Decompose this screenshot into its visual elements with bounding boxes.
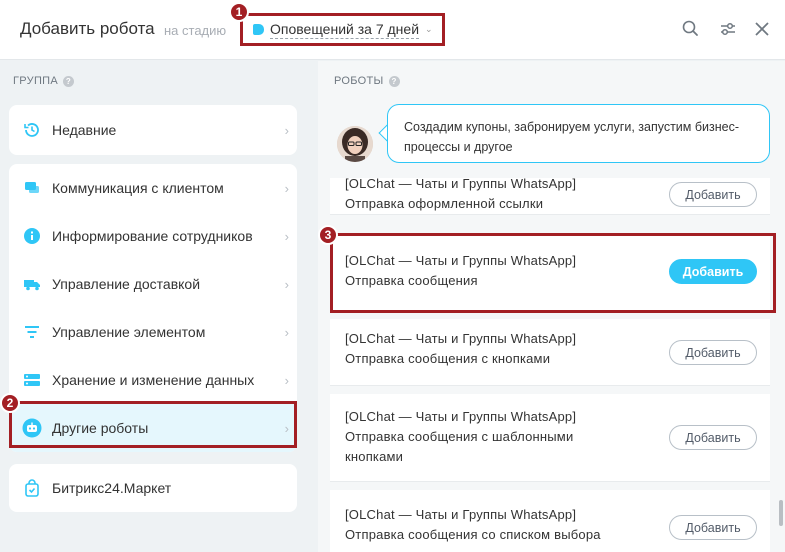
group-item-delivery[interactable]: Управление доставкой › bbox=[9, 260, 297, 308]
group-item-label: Недавние bbox=[52, 122, 117, 138]
chevron-right-icon: › bbox=[284, 276, 289, 292]
stage-select[interactable]: Оповещений за 7 дней ⌄ bbox=[240, 13, 445, 46]
chevron-right-icon: › bbox=[284, 122, 289, 138]
robot-card: [OLChat — Чаты и Группы WhatsApp] Отправ… bbox=[330, 319, 770, 386]
chat-icon bbox=[22, 178, 42, 198]
group-item-data-storage[interactable]: Хранение и изменение данных › bbox=[9, 356, 297, 404]
robot-card: [OLChat — Чаты и Группы WhatsApp] Отправ… bbox=[330, 178, 770, 215]
group-item-label: Хранение и изменение данных bbox=[52, 372, 255, 388]
step-badge-2: 2 bbox=[0, 393, 20, 413]
close-icon[interactable] bbox=[752, 19, 772, 39]
chevron-right-icon: › bbox=[284, 228, 289, 244]
robot-title: [OLChat — Чаты и Группы WhatsApp] Отправ… bbox=[345, 507, 601, 542]
highlight-frame-group bbox=[9, 401, 297, 448]
group-item-communication[interactable]: Коммуникация с клиентом › bbox=[9, 164, 297, 212]
market-card: Битрикс24.Маркет bbox=[9, 464, 297, 512]
group-item-market[interactable]: Битрикс24.Маркет bbox=[9, 464, 297, 512]
group-item-employees[interactable]: Информирование сотрудников › bbox=[9, 212, 297, 260]
header: Добавить робота на стадию Оповещений за … bbox=[0, 0, 785, 60]
market-bag-icon bbox=[22, 478, 42, 498]
robot-card: [OLChat — Чаты и Группы WhatsApp] Отправ… bbox=[330, 394, 770, 482]
robot-title: [OLChat — Чаты и Группы WhatsApp] Отправ… bbox=[345, 409, 577, 464]
stage-prefix-label: на стадию bbox=[164, 23, 227, 38]
stage-flag-icon bbox=[253, 24, 264, 35]
chevron-right-icon: › bbox=[284, 372, 289, 388]
storage-icon bbox=[22, 370, 42, 390]
help-icon[interactable]: ? bbox=[388, 75, 400, 87]
group-item-label: Коммуникация с клиентом bbox=[52, 180, 224, 196]
group-section-title: ГРУППА bbox=[13, 75, 58, 87]
chevron-right-icon: › bbox=[284, 324, 289, 340]
help-icon[interactable]: ? bbox=[63, 75, 74, 87]
stage-select-value: Оповещений за 7 дней bbox=[270, 20, 420, 39]
group-section-label: ГРУППА ? bbox=[13, 75, 74, 87]
group-item-label: Битрикс24.Маркет bbox=[52, 480, 172, 496]
group-item-recent[interactable]: Недавние › bbox=[9, 106, 297, 154]
add-robot-button[interactable]: Добавить bbox=[669, 515, 757, 540]
truck-icon bbox=[22, 274, 42, 294]
history-icon bbox=[22, 120, 42, 140]
robot-title: [OLChat — Чаты и Группы WhatsApp] Отправ… bbox=[345, 178, 577, 211]
group-item-element[interactable]: Управление элементом › bbox=[9, 308, 297, 356]
page-title: Добавить робота bbox=[20, 19, 155, 38]
add-robot-button[interactable]: Добавить bbox=[669, 182, 757, 207]
group-item-label: Информирование сотрудников bbox=[52, 228, 253, 244]
highlight-frame-robot bbox=[330, 233, 776, 313]
step-badge-1: 1 bbox=[229, 2, 249, 22]
filter-sliders-icon[interactable] bbox=[718, 19, 738, 39]
add-robot-button[interactable]: Добавить bbox=[669, 340, 757, 365]
step-badge-3: 3 bbox=[318, 225, 338, 245]
robot-card: [OLChat — Чаты и Группы WhatsApp] Отправ… bbox=[330, 490, 770, 552]
chevron-down-icon: ⌄ bbox=[425, 24, 433, 34]
search-icon[interactable] bbox=[681, 19, 701, 39]
group-item-label: Управление доставкой bbox=[52, 276, 201, 292]
robots-section-title: РОБОТЫ bbox=[334, 75, 384, 87]
group-item-label: Управление элементом bbox=[52, 324, 206, 340]
chevron-right-icon: › bbox=[284, 180, 289, 196]
add-robot-button[interactable]: Добавить bbox=[669, 425, 757, 450]
robot-title: [OLChat — Чаты и Группы WhatsApp] Отправ… bbox=[345, 331, 577, 366]
scrollbar-thumb[interactable] bbox=[779, 500, 783, 526]
info-icon bbox=[22, 226, 42, 246]
recent-card: Недавние › bbox=[9, 105, 297, 155]
robots-section-label: РОБОТЫ ? bbox=[334, 75, 400, 87]
funnel-icon bbox=[22, 322, 42, 342]
hint-bubble: Создадим купоны, забронируем услуги, зап… bbox=[387, 104, 770, 163]
avatar bbox=[337, 126, 373, 162]
